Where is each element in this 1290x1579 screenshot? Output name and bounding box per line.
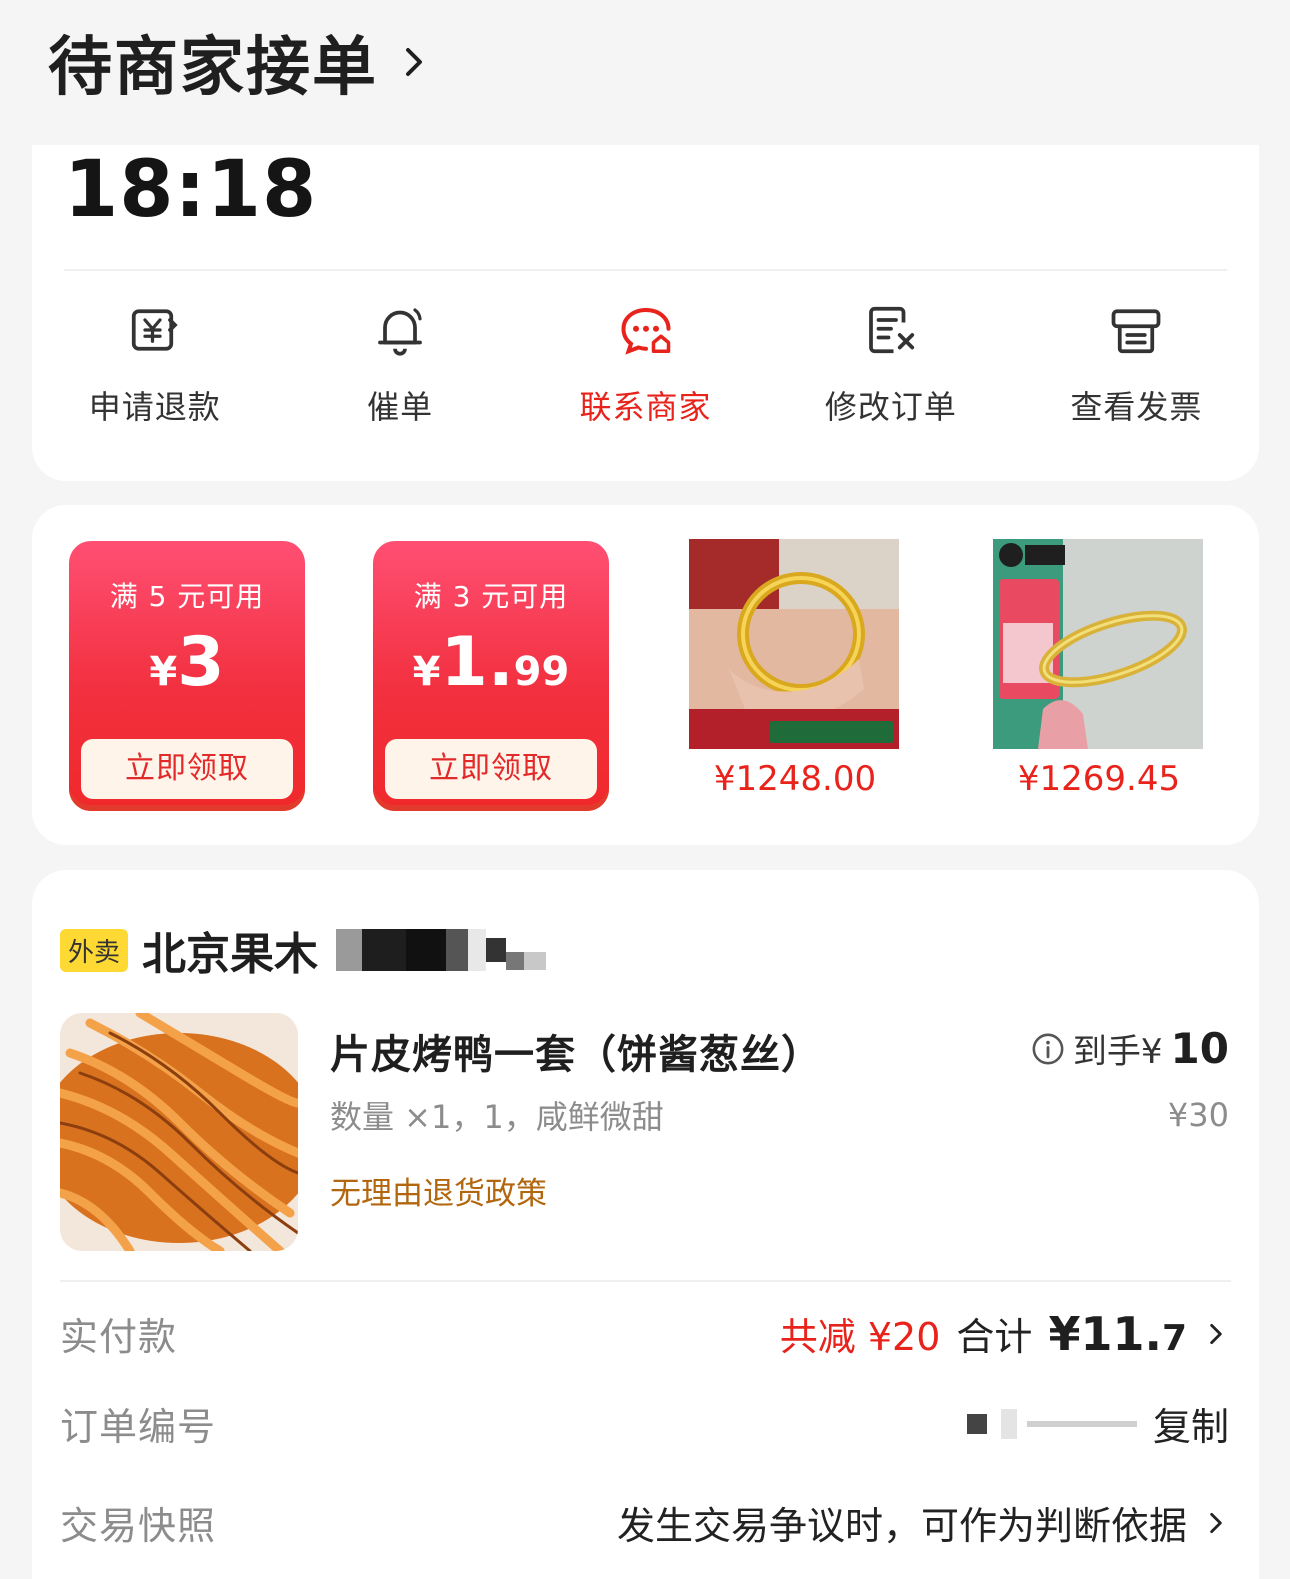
product-price: ¥1269.45 bbox=[1017, 759, 1181, 799]
coupon-currency: ¥ bbox=[412, 649, 441, 695]
claim-coupon-button[interactable]: 立即领取 bbox=[385, 739, 597, 799]
item-final-price: 到手¥ 10 bbox=[1031, 1024, 1229, 1073]
contact-merchant-label: 联系商家 bbox=[579, 388, 712, 426]
info-icon[interactable] bbox=[1031, 1032, 1065, 1066]
order-detail-page: 待商家接单 18:18 申请退款 催单 联系商家 修改订单 查看发票 满 5 元… bbox=[0, 0, 1290, 1579]
claim-coupon-button[interactable]: 立即领取 bbox=[81, 739, 293, 799]
view-invoice-label: 查看发票 bbox=[1070, 388, 1203, 426]
chat-icon bbox=[621, 308, 671, 355]
redacted-mosaic bbox=[336, 929, 547, 971]
shop-name: 北京果木 bbox=[142, 929, 319, 980]
delivery-tag: 外卖 bbox=[60, 928, 129, 972]
divider bbox=[64, 269, 1227, 271]
promo-card: 满 5 元可用 ¥3 立即领取 满 3 元可用 ¥1.99 立即领取 ¥1248… bbox=[32, 505, 1259, 845]
coupon-currency: ¥ bbox=[149, 649, 178, 695]
payment-summary: 共减 ¥20 合计 ¥11.7 bbox=[780, 1306, 1229, 1361]
urge-order-button[interactable]: 催单 bbox=[277, 300, 522, 428]
chevron-right-icon bbox=[1210, 1512, 1222, 1533]
estimated-time: 18:18 bbox=[64, 145, 318, 235]
refund-button[interactable]: 申请退款 bbox=[32, 300, 277, 428]
redacted-mosaic bbox=[966, 1408, 1137, 1439]
invoice-icon bbox=[1111, 309, 1161, 354]
item-name: 片皮烤鸭一套（饼酱葱丝） bbox=[330, 1032, 822, 1078]
coupon-card: 满 5 元可用 ¥3 立即领取 bbox=[69, 541, 305, 811]
actions-row: 申请退款 催单 联系商家 修改订单 查看发票 bbox=[32, 300, 1259, 428]
discount-total: 共减 ¥20 bbox=[779, 1315, 941, 1359]
item-image[interactable] bbox=[60, 1013, 298, 1251]
snapshot-label: 交易快照 bbox=[60, 1504, 217, 1548]
order-number-label: 订单编号 bbox=[60, 1405, 217, 1449]
shop-row[interactable]: 外卖 北京果木 bbox=[60, 918, 547, 982]
modify-order-button[interactable]: 修改订单 bbox=[768, 300, 1013, 428]
urge-order-label: 催单 bbox=[367, 388, 434, 426]
order-status-header[interactable]: 待商家接单 bbox=[48, 22, 432, 105]
coupon-amount-int: 3 bbox=[177, 623, 225, 702]
snapshot-text: 发生交易争议时，可作为判断依据 bbox=[616, 1504, 1187, 1548]
payment-row[interactable]: 实付款 共减 ¥20 合计 ¥11.7 bbox=[60, 1306, 1229, 1361]
total-amount: ¥11.7 bbox=[1048, 1307, 1187, 1361]
order-number-value: 复制 bbox=[963, 1396, 1229, 1451]
snapshot-row[interactable]: 交易快照 发生交易争议时，可作为判断依据 bbox=[60, 1495, 1229, 1550]
product-image bbox=[689, 539, 899, 749]
bell-icon bbox=[378, 308, 422, 356]
payment-label: 实付款 bbox=[60, 1315, 178, 1359]
contact-merchant-button[interactable]: 联系商家 bbox=[523, 300, 768, 428]
coupon-amount: ¥1.99 bbox=[373, 623, 609, 702]
return-policy-link[interactable]: 无理由退货政策 bbox=[330, 1168, 547, 1213]
order-card: 外卖 北京果木 片皮烤鸭一套（饼酱葱丝） 数量 ×1，1，咸鲜微甜 无理由退货政… bbox=[32, 870, 1259, 1579]
total-label: 合计 bbox=[956, 1315, 1033, 1359]
product-card[interactable]: ¥1269.45 bbox=[979, 539, 1219, 799]
order-status-title: 待商家接单 bbox=[48, 31, 378, 105]
final-price-prefix: 到手¥ bbox=[1072, 1032, 1163, 1072]
final-price-value: 10 bbox=[1170, 1024, 1229, 1073]
view-invoice-button[interactable]: 查看发票 bbox=[1014, 300, 1259, 428]
refund-label: 申请退款 bbox=[88, 388, 221, 426]
modify-order-label: 修改订单 bbox=[824, 388, 957, 426]
chevron-right-icon bbox=[406, 48, 422, 76]
coupon-amount-dec: 99 bbox=[513, 649, 570, 695]
product-image bbox=[993, 539, 1203, 749]
item-original-price: ¥30 bbox=[1167, 1096, 1229, 1134]
copy-order-number-button[interactable]: 复制 bbox=[1153, 1396, 1229, 1451]
divider bbox=[60, 1280, 1231, 1282]
order-number-row: 订单编号 复制 bbox=[60, 1396, 1229, 1451]
refund-icon bbox=[131, 309, 178, 351]
edit-order-icon bbox=[869, 306, 915, 354]
total-amount-dec: 7 bbox=[1161, 1317, 1187, 1359]
total-amount-int: ¥11. bbox=[1048, 1306, 1162, 1361]
product-card[interactable]: ¥1248.00 bbox=[675, 539, 915, 799]
coupon-condition: 满 5 元可用 bbox=[109, 580, 265, 613]
coupon-condition: 满 3 元可用 bbox=[413, 580, 569, 613]
order-actions-card: 18:18 申请退款 催单 联系商家 修改订单 查看发票 bbox=[32, 145, 1259, 481]
coupon-amount-int: 1. bbox=[440, 623, 514, 702]
coupon-amount: ¥3 bbox=[69, 623, 305, 702]
chevron-right-icon bbox=[1210, 1323, 1222, 1344]
product-price: ¥1248.00 bbox=[713, 759, 877, 799]
item-spec: 数量 ×1，1，咸鲜微甜 bbox=[330, 1098, 664, 1136]
coupon-card: 满 3 元可用 ¥1.99 立即领取 bbox=[373, 541, 609, 811]
snapshot-info: 发生交易争议时，可作为判断依据 bbox=[617, 1495, 1229, 1550]
